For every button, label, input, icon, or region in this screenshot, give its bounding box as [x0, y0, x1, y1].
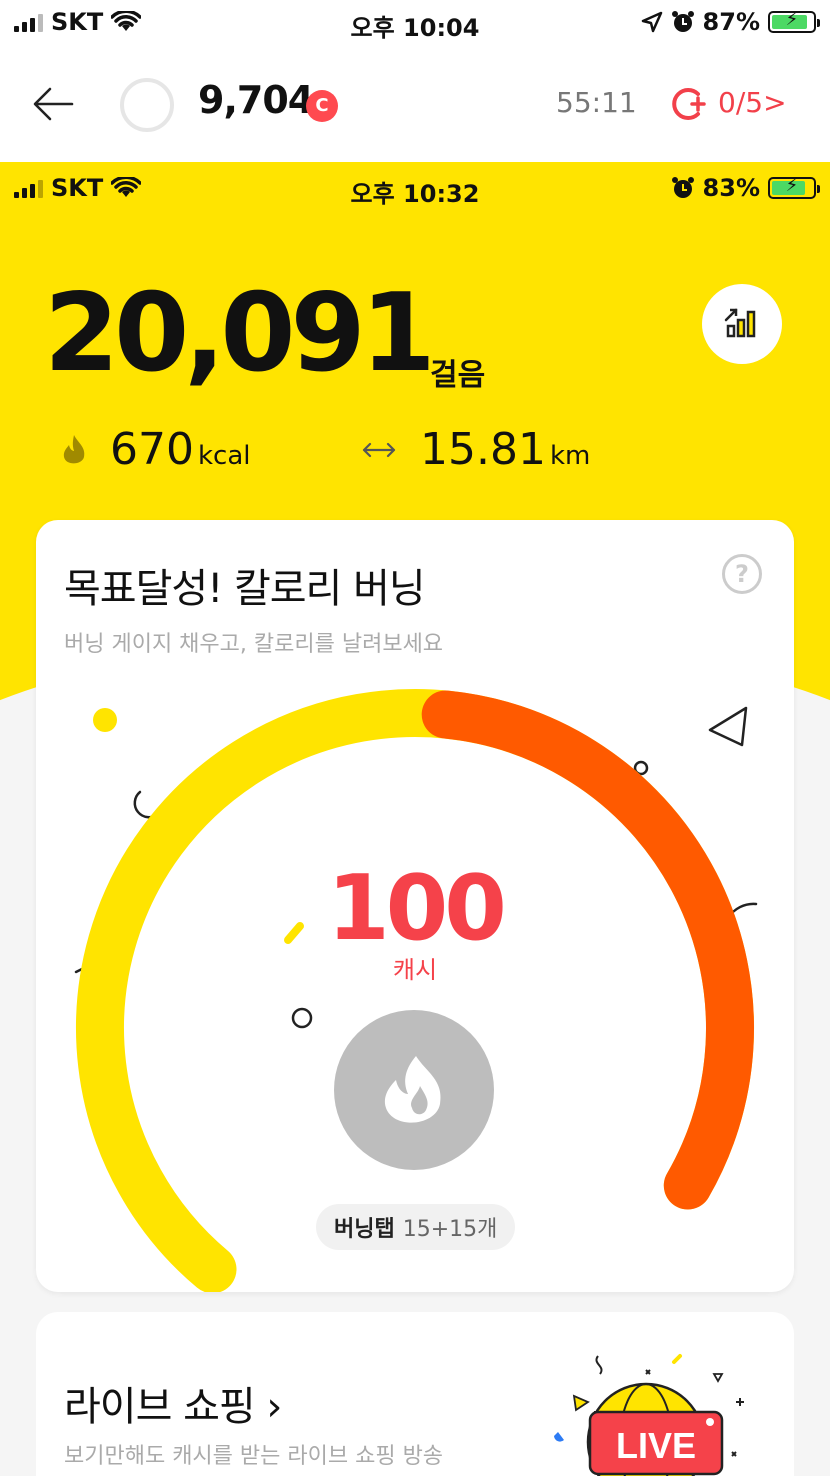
tap-count: 15+15개 [402, 1217, 498, 1242]
confetti-dot [93, 708, 117, 732]
chart-trend-icon [724, 308, 756, 338]
fire-icon [384, 1056, 441, 1123]
alarm-icon [671, 11, 694, 32]
burning-tap-count: 버닝탭 15+15개 [316, 1204, 516, 1250]
confetti-ring [291, 1007, 313, 1029]
live-badge: LIVE [616, 1425, 696, 1466]
cash-points: 9,704 [198, 78, 314, 122]
cash-coin-icon: C [306, 90, 338, 122]
countdown-timer: 55:11 [556, 86, 637, 119]
avatar[interactable] [120, 78, 174, 132]
battery-percent: 83% [702, 174, 760, 202]
cash-reward-value: 100 [327, 856, 507, 961]
cash-reward-label: 캐시 [392, 956, 438, 984]
alarm-icon [671, 177, 694, 198]
burn-tap-button[interactable] [334, 1010, 494, 1170]
distance-value: 15.81 [420, 424, 546, 475]
kcal-value: 670 [110, 424, 194, 475]
distance-stat: 15.81 km [362, 424, 590, 475]
mission-progress-link[interactable]: 0/5> [718, 86, 787, 119]
live-shopping-card[interactable]: 라이브 쇼핑 › 보기만해도 캐시를 받는 라이브 쇼핑 방송 LIVE [36, 1312, 794, 1476]
inner-status-bar: SKT 오후 10:32 83% ⚡ [0, 172, 830, 208]
status-right: 87% ⚡ [641, 8, 820, 36]
status-bar: SKT 오후 10:04 87% ⚡ [0, 0, 830, 46]
distance-unit: km [549, 441, 591, 471]
live-shopping-title[interactable]: 라이브 쇼핑 › [64, 1374, 282, 1432]
battery-icon: ⚡ [768, 9, 820, 33]
battery-icon: ⚡ [768, 175, 820, 199]
live-shopping-subtitle: 보기만해도 캐시를 받는 라이브 쇼핑 방송 [64, 1444, 444, 1469]
live-globe-illustration: LIVE [554, 1354, 744, 1476]
calorie-stat: 670 kcal [60, 424, 251, 475]
cash-plus-icon[interactable] [668, 84, 708, 124]
back-arrow-icon[interactable] [28, 78, 80, 130]
app-header: 9,704 C 55:11 0/5> [0, 56, 830, 156]
kcal-unit: kcal [197, 441, 251, 471]
stats-button[interactable] [702, 284, 782, 364]
step-count: 20,091 [44, 271, 436, 396]
confetti-triangle [708, 706, 748, 747]
pedometer-screen: SKT 오후 10:32 83% ⚡ 20,091 걸음 670 kcal 15… [0, 162, 830, 1476]
location-arrow-icon [641, 11, 662, 33]
tap-label: 버닝탭 [334, 1217, 395, 1242]
calorie-burning-card: 목표달성! 칼로리 버닝 버닝 게이지 채우고, 칼로리를 날려보세요 ? 10… [36, 520, 794, 1292]
flame-icon [63, 434, 85, 463]
battery-percent: 87% [702, 8, 760, 36]
step-unit: 걸음 [430, 358, 486, 393]
distance-arrows-icon [362, 442, 396, 457]
